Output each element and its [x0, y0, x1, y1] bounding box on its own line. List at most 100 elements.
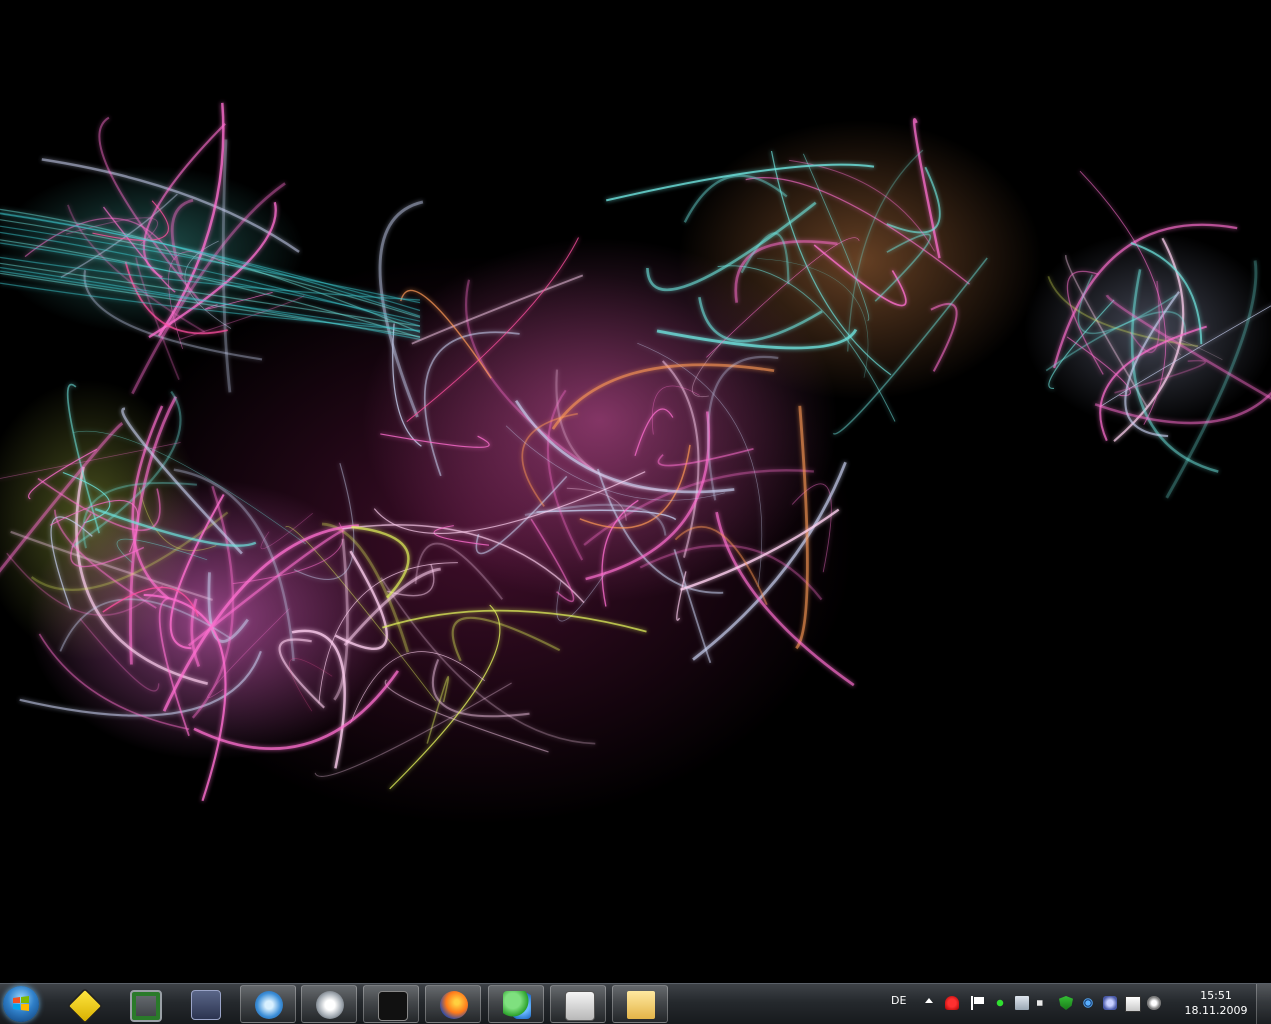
monitor-terminal-icon: [130, 990, 162, 1022]
wallpaper-swirl: [1099, 305, 1271, 408]
wallpaper-swirl: [803, 153, 870, 321]
wallpaper-swirl: [66, 383, 100, 534]
steam-tray-icon[interactable]: [1147, 996, 1161, 1010]
wallpaper-swirl: [683, 174, 788, 223]
antivirus-umbrella-icon[interactable]: [945, 996, 959, 1010]
wallpaper-swirl: [676, 571, 687, 621]
network-share-icon[interactable]: [993, 996, 1007, 1010]
wallpaper-swirl: [1130, 242, 1203, 345]
wallpaper-swirl: [465, 279, 595, 471]
show-hidden-icons-button[interactable]: [925, 998, 933, 1003]
wallpaper-swirl: [556, 571, 607, 622]
wallpaper-swirl: [342, 524, 585, 604]
taskbar-button-steam[interactable]: [363, 985, 419, 1023]
wallpaper-swirl: [400, 289, 492, 379]
messenger-icon: [503, 991, 531, 1019]
wallpaper-streak: [0, 225, 421, 304]
taskbar-button-messenger[interactable]: [488, 985, 544, 1023]
wallpaper-swirl: [646, 201, 817, 292]
wallpaper-swirl: [715, 511, 855, 687]
wallpaper-swirl: [350, 651, 485, 724]
clock[interactable]: 15:51 18.11.2009: [1181, 988, 1251, 1018]
itunes-icon: [255, 991, 283, 1019]
wallpaper-swirl: [380, 433, 490, 448]
wallpaper-swirl: [451, 616, 561, 662]
yellow-arrow-sign-icon: [66, 987, 104, 1024]
wallpaper-swirl: [691, 343, 722, 398]
wallpaper-swirl: [380, 577, 596, 745]
taskbar-button-explorer[interactable]: [612, 985, 668, 1023]
taskbar-button-itunes[interactable]: [240, 985, 296, 1023]
wallpaper-swirl: [680, 508, 840, 591]
wallpaper-swirl: [278, 638, 325, 709]
taskbar-button-update[interactable]: [55, 985, 111, 1024]
start-button[interactable]: [3, 986, 39, 1022]
wallpaper-swirl: [423, 331, 520, 477]
security-shield-icon[interactable]: [1059, 996, 1073, 1010]
wallpaper-swirl: [770, 150, 892, 376]
taskbar-button-firefox[interactable]: [425, 985, 481, 1023]
action-center-flag-icon[interactable]: [971, 996, 985, 1010]
wallpaper-swirl: [79, 618, 160, 692]
taskbar: DE 15:51 18.11.2009: [0, 983, 1271, 1024]
xfire-tray-icon[interactable]: [1125, 996, 1141, 1012]
taskbar-button-monitor[interactable]: [116, 985, 172, 1023]
wallpaper-swirl: [1047, 276, 1199, 347]
wallpaper-swirl: [291, 629, 346, 769]
firefox-icon: [440, 991, 468, 1019]
taskbar-button-teamspeak[interactable]: [177, 985, 233, 1023]
xfire-icon: [565, 991, 595, 1021]
wallpaper-swirl: [1165, 260, 1258, 499]
wallpaper-swirl: [288, 658, 333, 712]
wallpaper-swirl: [524, 503, 667, 536]
wallpaper-swirl: [60, 193, 178, 279]
wallpaper-swirl: [601, 499, 639, 607]
wallpaper-swirl: [1130, 269, 1219, 473]
clock-time: 15:51: [1200, 989, 1232, 1002]
desktop-wallpaper: [0, 0, 1271, 983]
language-indicator[interactable]: DE: [891, 994, 906, 1007]
wallpaper-swirl: [406, 237, 579, 422]
folder-icon: [627, 991, 655, 1019]
wallpaper-swirl: [411, 274, 584, 345]
wallpaper-swirl: [157, 102, 225, 337]
wallpaper-streak: [0, 262, 421, 327]
headset-tray-icon[interactable]: [1103, 996, 1117, 1010]
wallpaper-streak: [0, 231, 421, 327]
show-desktop-button[interactable]: [1256, 984, 1271, 1024]
wallpaper-swirl: [49, 499, 139, 553]
wallpaper-swirl: [555, 369, 668, 492]
taskbar-button-headset[interactable]: [301, 985, 357, 1023]
fractal-wallpaper-art: [0, 102, 1271, 802]
wallpaper-swirl: [433, 525, 490, 546]
notification-area: DE 15:51 18.11.2009: [879, 984, 1271, 1024]
wallpaper-streak: [0, 272, 421, 338]
wallpaper-swirl: [334, 550, 388, 651]
wallpaper-swirl: [73, 430, 306, 545]
wallpaper-swirl: [605, 163, 875, 202]
wallpaper-swirl: [596, 468, 724, 594]
wallpaper-swirl: [373, 471, 646, 535]
wallpaper-swirl: [698, 296, 823, 343]
wallpaper-swirl: [351, 525, 410, 599]
clock-date: 18.11.2009: [1184, 1004, 1248, 1017]
taskbar-button-xfire[interactable]: [550, 985, 606, 1023]
wallpaper-swirl: [1094, 391, 1271, 425]
wallpaper-swirl: [795, 405, 809, 650]
wallpaper-swirl: [1077, 274, 1177, 335]
teamspeak-icon: [191, 990, 221, 1020]
steam-icon: [378, 991, 408, 1021]
wireless-icon[interactable]: [1081, 996, 1095, 1010]
wallpaper-swirl: [551, 363, 775, 430]
wallpaper-swirl: [333, 538, 349, 701]
windows-logo-icon: [13, 996, 29, 1011]
volume-icon[interactable]: [1037, 996, 1049, 1010]
wallpaper-swirl: [41, 158, 300, 253]
wallpaper-swirl: [1052, 223, 1238, 369]
wallpaper-swirl: [634, 408, 674, 456]
network-monitor-icon[interactable]: [1015, 996, 1029, 1010]
wallpaper-streak: [0, 219, 421, 318]
wallpaper-swirl: [1079, 170, 1167, 425]
wallpaper-swirl: [384, 679, 549, 753]
wallpaper-swirl: [637, 342, 763, 588]
